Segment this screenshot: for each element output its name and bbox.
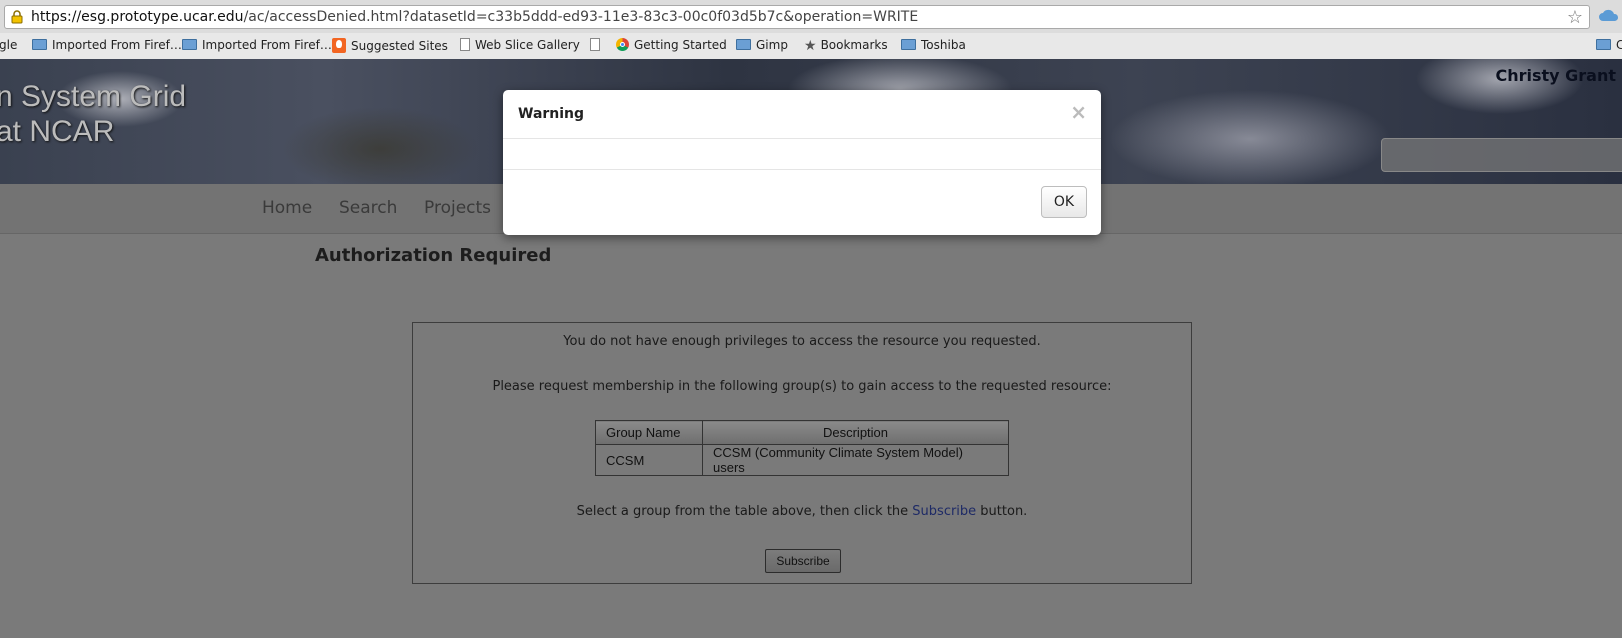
cell-group-name[interactable]: CCSM [595, 444, 703, 476]
bookmark-label: Bookmarks [820, 38, 888, 52]
bookmark-label: Web Slice Gallery [475, 38, 580, 52]
site-brand[interactable]: n System Grid at NCAR [0, 79, 186, 149]
bookmark-label: Imported From Firef… [52, 38, 182, 52]
bookmark-suggested-sites[interactable]: Suggested Sites [332, 38, 448, 53]
folder-icon [901, 39, 916, 50]
bookmark-label: C [1616, 38, 1622, 52]
star-icon: ★ [804, 38, 817, 54]
page-icon [590, 38, 600, 51]
bookmark-star-icon[interactable]: ☆ [1567, 7, 1583, 28]
column-header-description[interactable]: Description [702, 420, 1009, 445]
subscribe-button[interactable]: Subscribe [765, 549, 841, 573]
bookmark-gimp[interactable]: Gimp [736, 38, 788, 52]
brand-line-1: n System Grid [0, 80, 187, 113]
instruction-prefix: Select a group from the table above, the… [576, 504, 913, 519]
suggested-sites-icon [332, 38, 346, 53]
bookmark-getting-started[interactable]: Getting Started [616, 38, 727, 52]
cloud-icon[interactable] [1598, 8, 1620, 22]
request-message: Please request membership in the followi… [492, 379, 1112, 394]
modal-title: Warning [518, 106, 585, 122]
bookmark-google[interactable]: gle [0, 38, 17, 52]
folder-icon [1596, 39, 1611, 50]
insecure-lock-icon[interactable] [10, 10, 24, 24]
bookmark-bookmarks[interactable]: ★ Bookmarks [804, 38, 888, 54]
bookmarks-bar: gle Imported From Firef… Imported From F… [0, 33, 1622, 60]
instruction-text: Select a group from the table above, the… [413, 504, 1191, 519]
bookmark-imported-from-firefox-1[interactable]: Imported From Firef… [32, 38, 182, 52]
bookmark-web-slice-gallery[interactable]: Web Slice Gallery [460, 38, 580, 52]
modal-header: Warning × [503, 90, 1101, 139]
folder-icon [182, 39, 197, 50]
warning-modal: Warning × OK [503, 90, 1101, 235]
bookmark-other[interactable]: C [1596, 38, 1622, 52]
table-header-row: Group Name Description [595, 420, 1009, 445]
bookmark-imported-from-firefox-2[interactable]: Imported From Firef… [182, 38, 332, 52]
bookmark-label: gle [0, 38, 18, 52]
subscribe-link-text: Subscribe [912, 504, 977, 519]
nav-search[interactable]: Search [339, 198, 397, 218]
chrome-icon [616, 38, 629, 51]
url-host: https://esg.prototype.ucar.edu [31, 9, 244, 25]
authorization-panel: You do not have enough privileges to acc… [412, 322, 1192, 584]
nav-home[interactable]: Home [262, 198, 312, 218]
group-table: Group Name Description CCSM CCSM (Commun… [595, 420, 1009, 476]
address-bar[interactable]: https://esg.prototype.ucar.edu/ac/access… [4, 5, 1590, 29]
url-path: /ac/accessDenied.html?datasetId=c33b5ddd… [243, 9, 919, 25]
ok-button[interactable]: OK [1041, 186, 1087, 218]
folder-icon [32, 39, 47, 50]
brand-line-2: at NCAR [0, 115, 115, 148]
bookmark-label: Suggested Sites [351, 39, 448, 53]
bookmark-label: Gimp [756, 38, 788, 52]
folder-icon [736, 39, 751, 50]
url-text[interactable]: https://esg.prototype.ucar.edu/ac/access… [31, 9, 918, 25]
page-icon [460, 38, 470, 51]
column-header-group-name[interactable]: Group Name [595, 420, 703, 445]
bookmark-label: Getting Started [634, 38, 727, 52]
user-name[interactable]: Christy Grant [1495, 66, 1616, 85]
bookmark-untitled-page[interactable] [590, 38, 605, 52]
page-title: Authorization Required [315, 245, 552, 266]
instruction-suffix: button. [976, 504, 1028, 519]
bookmark-label: Toshiba [921, 38, 966, 52]
nav-projects[interactable]: Projects [424, 198, 491, 218]
close-icon[interactable]: × [1070, 100, 1087, 124]
bookmark-toshiba[interactable]: Toshiba [901, 38, 966, 52]
privilege-message: You do not have enough privileges to acc… [563, 334, 1041, 349]
browser-toolbar: https://esg.prototype.ucar.edu/ac/access… [0, 0, 1622, 33]
table-row[interactable]: CCSM CCSM (Community Climate System Mode… [595, 444, 1009, 476]
bookmark-label: Imported From Firef… [202, 38, 332, 52]
modal-body [503, 139, 1101, 170]
search-input[interactable] [1381, 138, 1622, 172]
cell-description[interactable]: CCSM (Community Climate System Model) us… [702, 444, 1009, 476]
